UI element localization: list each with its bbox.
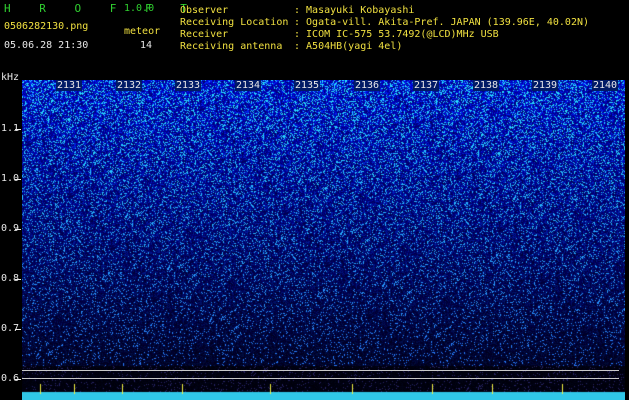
x-tick-label: 2135 <box>294 80 321 91</box>
version-label: 1.0.0 <box>124 3 155 14</box>
observer-value: : Masayuki Kobayashi <box>294 5 415 16</box>
receiver-value: : ICOM IC-575 53.7492(@LCD)MHz USB <box>294 29 499 40</box>
y-tick-mark <box>15 129 21 130</box>
x-tick-label: 2139 <box>532 80 559 91</box>
datetime-label: 05.06.28 21:30 <box>4 40 89 51</box>
x-tick-label: 2131 <box>56 80 83 91</box>
x-tick-label: 2138 <box>473 80 500 91</box>
y-tick-mark <box>15 179 21 180</box>
receiver-label: Receiver <box>180 29 229 40</box>
y-unit-label: kHz <box>1 72 20 83</box>
y-tick-mark <box>15 379 21 380</box>
spectrogram-canvas[interactable] <box>22 80 625 400</box>
marker-line-upper <box>22 370 619 371</box>
x-tick-label: 2132 <box>116 80 143 91</box>
x-tick-label: 2134 <box>235 80 262 91</box>
filename-label: 0506282130.png <box>4 21 89 32</box>
location-value: : Ogata-vill. Akita-Pref. JAPAN (139.96E… <box>294 17 590 28</box>
x-tick-label: 2140 <box>592 80 619 91</box>
antenna-value: : A504HB(yagi 4el) <box>294 41 403 52</box>
app-title: H R O F F T <box>4 2 198 15</box>
y-tick-mark <box>15 229 21 230</box>
location-label: Receiving Location <box>180 17 289 28</box>
x-tick-label: 2133 <box>175 80 202 91</box>
x-tick-label: 2137 <box>413 80 440 91</box>
marker-line-lower <box>22 378 619 379</box>
observer-label: Observer <box>180 5 229 16</box>
x-tick-label: 2136 <box>354 80 381 91</box>
y-tick-mark <box>15 279 21 280</box>
antenna-label: Receiving antenna <box>180 41 283 52</box>
meteor-count: 14 <box>140 40 153 51</box>
y-tick-mark <box>15 329 21 330</box>
meteor-label: meteor <box>124 26 161 37</box>
